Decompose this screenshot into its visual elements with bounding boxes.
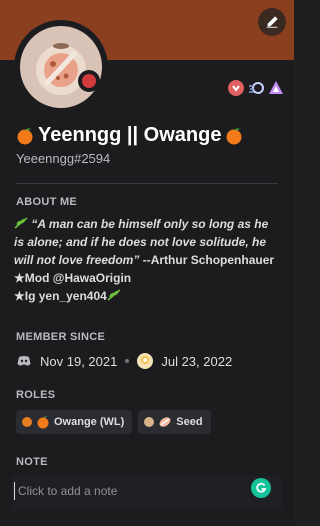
user-profile-popout: Yeenngg || Owange Yeeenngg#2594 ABOUT ME…: [0, 0, 294, 526]
note-box: [12, 476, 282, 510]
speed-badge-icon[interactable]: [248, 80, 264, 96]
orange-avatar: [20, 26, 102, 108]
herb-emoji: [107, 289, 121, 301]
orange-emoji: [17, 127, 33, 144]
about-quote-author: --Arthur Schopenhauer: [142, 253, 275, 267]
server-join-date: Jul 23, 2022: [161, 353, 233, 369]
about-quote-line: “A man can be himself only so long as he: [31, 217, 269, 231]
status-dnd-icon: [78, 70, 100, 92]
discord-join-date: Nov 19, 2021: [40, 353, 118, 369]
avatar[interactable]: [14, 20, 108, 114]
herb-emoji: [14, 217, 28, 229]
about-ig-line: ★Ig yen_yen404: [14, 289, 107, 303]
role-label: Seed: [176, 416, 203, 428]
nitro-triangle-badge-icon[interactable]: [268, 80, 284, 96]
member-since-title: MEMBER SINCE: [16, 331, 106, 343]
member-since-row: Nov 19, 2021 Jul 23, 2022: [16, 353, 232, 369]
role-label: Owange (WL): [54, 416, 125, 428]
heart-badge-icon[interactable]: [228, 80, 244, 96]
role-color-dot: [144, 417, 155, 427]
role-pill[interactable]: Seed: [138, 410, 211, 434]
display-name: Yeenngg || Owange: [38, 124, 222, 146]
role-color-dot: [22, 417, 32, 427]
roles-title: ROLES: [16, 389, 56, 401]
note-input[interactable]: [14, 482, 244, 500]
about-mod-line: ★Mod @HawaOrigin: [14, 271, 132, 285]
display-name-row: Yeenngg || Owange: [16, 124, 243, 147]
user-tag[interactable]: Yeeenngg#2594: [16, 151, 110, 166]
divider: [16, 183, 278, 184]
grammarly-icon: [256, 482, 267, 493]
edit-profile-button[interactable]: [258, 8, 286, 36]
badge-list: [228, 80, 284, 96]
discord-icon: [17, 356, 31, 366]
role-pill[interactable]: Owange (WL): [16, 410, 133, 434]
about-me-text: “A man can be himself only so long as he…: [14, 215, 284, 305]
about-quote-line: will not love freedom”: [14, 253, 140, 267]
pencil-icon: [266, 16, 278, 28]
note-title: NOTE: [16, 456, 48, 468]
about-quote-line: is alone; and if he does not love solitu…: [14, 235, 267, 249]
orange-role-icon: [37, 416, 49, 429]
orange-emoji: [226, 127, 242, 144]
separator-dot: [125, 359, 130, 363]
server-icon: [137, 353, 154, 369]
about-me-title: ABOUT ME: [16, 196, 78, 208]
grammarly-button[interactable]: [251, 478, 271, 498]
role-list: Owange (WL) Seed: [16, 410, 211, 434]
seed-role-icon: [159, 417, 171, 427]
